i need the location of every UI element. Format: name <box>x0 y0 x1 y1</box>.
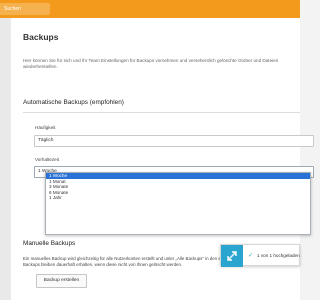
page-title: Backups <box>23 32 59 42</box>
retention-dropdown: 1 Woche 1 Monat 3 Monate 6 Monate 1 Jahr <box>45 172 311 235</box>
sidebar-strip <box>0 18 11 300</box>
top-bar: Suchen <box>0 0 300 18</box>
page-intro: Hier können Sie für sich und Ihr Team Ei… <box>23 58 279 70</box>
retention-label: Vorhaltezeit <box>35 157 60 162</box>
upload-status: 1 von 1 hochgeladen <box>257 253 300 258</box>
frequency-select[interactable]: Täglich <box>34 135 314 147</box>
dropdown-option[interactable]: 1 Jahr <box>46 195 310 201</box>
expand-icon[interactable] <box>221 245 243 267</box>
frequency-label: Häufigkeit <box>35 125 56 130</box>
upload-toast[interactable]: ✓ 1 von 1 hochgeladen <box>220 244 300 267</box>
section-divider <box>23 112 300 113</box>
manual-backup-heading: Manuelle Backups <box>23 240 76 247</box>
search-input[interactable]: Suchen <box>0 3 50 15</box>
check-icon: ✓ <box>248 253 254 259</box>
auto-backup-heading: Automatische Backups (empfohlen) <box>23 99 124 106</box>
create-backup-button[interactable]: Backup erstellen <box>36 274 87 288</box>
